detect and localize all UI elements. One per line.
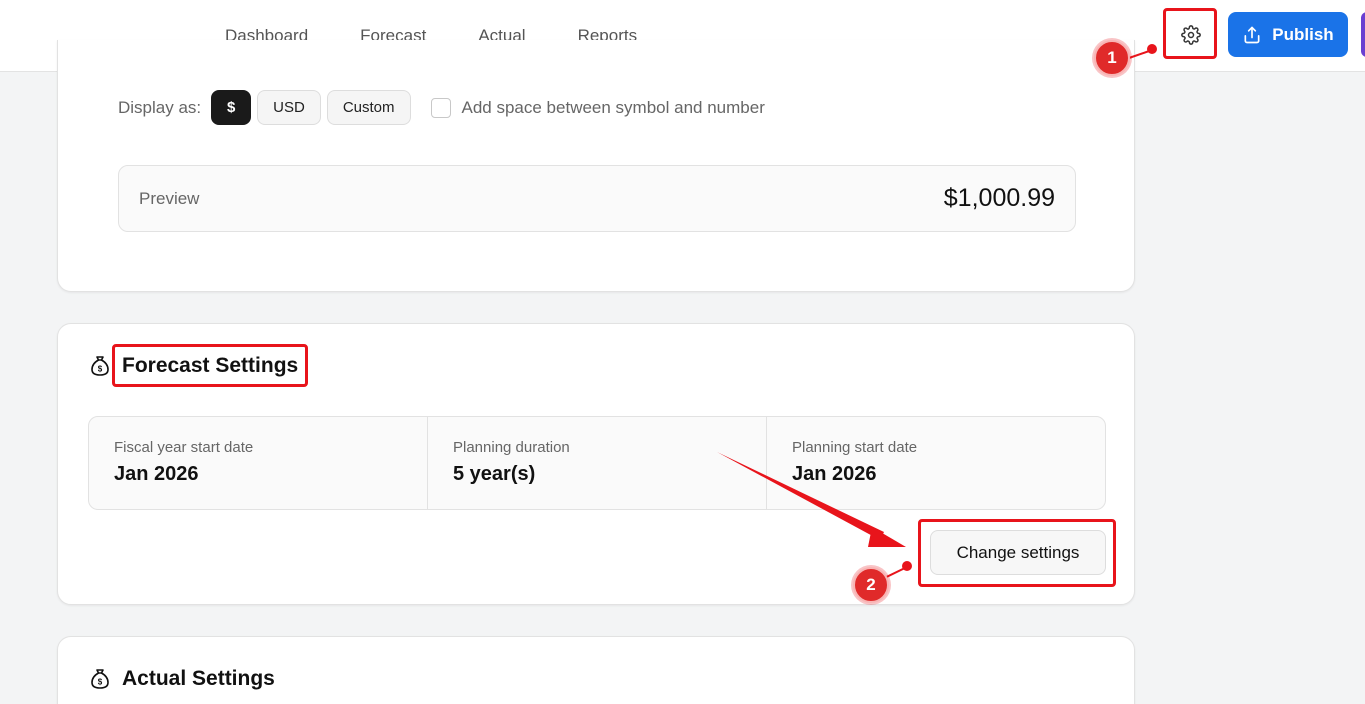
gear-icon <box>1181 25 1201 45</box>
actual-settings-title: Actual Settings <box>122 667 275 690</box>
planning-start-value: Jan 2026 <box>792 463 877 485</box>
forecast-settings-title: Forecast Settings <box>122 354 299 377</box>
currency-option-custom[interactable]: Custom <box>326 90 411 125</box>
planning-duration-value: 5 year(s) <box>453 463 536 485</box>
fiscal-year-value: Jan 2026 <box>114 463 199 485</box>
space-checkbox[interactable] <box>430 97 451 118</box>
display-as-row: Display as: $ USD Custom Add space betwe… <box>118 90 765 125</box>
money-bag-icon: $ <box>91 669 109 689</box>
planning-start-cell: Planning start date Jan 2026 <box>767 417 1105 509</box>
planning-start-label: Planning start date <box>792 439 918 456</box>
planning-duration-label: Planning duration <box>453 439 570 456</box>
preview-box: Preview $1,000.99 <box>118 165 1076 232</box>
settings-button[interactable] <box>1171 15 1211 55</box>
forecast-info-grid: Fiscal year start date Jan 2026 Planning… <box>88 416 1106 510</box>
preview-label: Preview <box>139 189 200 208</box>
preview-value: $1,000.99 <box>943 184 1055 212</box>
currency-option-symbol[interactable]: $ <box>211 90 252 125</box>
partial-button-edge[interactable] <box>1361 12 1365 57</box>
display-as-label: Display as: <box>118 97 202 117</box>
upload-icon <box>1244 26 1260 43</box>
currency-settings-card: Display as: $ USD Custom Add space betwe… <box>57 40 1135 292</box>
fiscal-year-label: Fiscal year start date <box>114 439 254 456</box>
svg-text:$: $ <box>98 678 103 687</box>
currency-option-usd[interactable]: USD <box>257 90 321 125</box>
planning-duration-cell: Planning duration 5 year(s) <box>428 417 767 509</box>
change-settings-button[interactable]: Change settings <box>930 530 1106 575</box>
step-1-badge: 1 <box>1094 40 1130 76</box>
svg-text:$: $ <box>98 365 103 374</box>
space-checkbox-label: Add space between symbol and number <box>461 97 765 117</box>
fiscal-year-cell: Fiscal year start date Jan 2026 <box>89 417 428 509</box>
publish-button[interactable]: Publish <box>1228 12 1348 57</box>
step-2-badge: 2 <box>853 567 889 603</box>
forecast-settings-heading: $ Forecast Settings <box>88 354 298 378</box>
money-bag-icon: $ <box>91 356 109 376</box>
publish-label: Publish <box>1272 24 1334 44</box>
actual-settings-card: $ Actual Settings <box>57 636 1135 704</box>
actual-settings-heading: $ Actual Settings <box>88 667 275 691</box>
forecast-settings-card: $ Forecast Settings Fiscal year start da… <box>57 323 1135 605</box>
